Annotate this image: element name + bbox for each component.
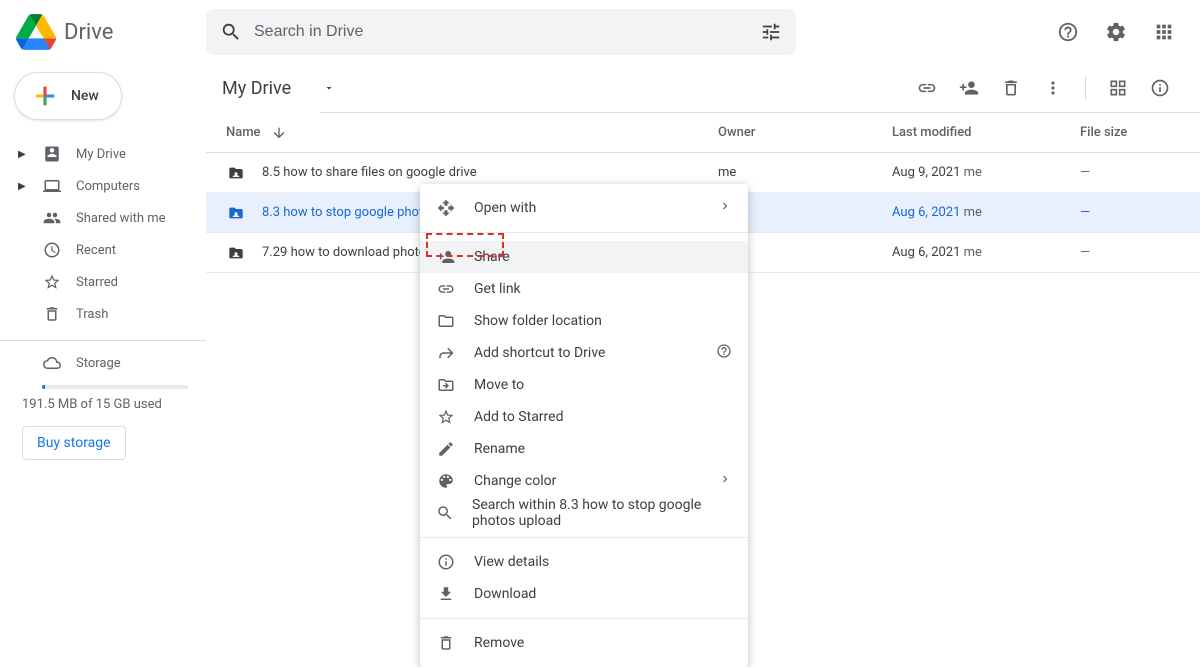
file-modified: Aug 9, 2021 me: [892, 165, 1080, 180]
table-header: Name Owner Last modified File size: [206, 113, 1200, 153]
chevron-right-icon: [718, 199, 732, 217]
menu-add-starred[interactable]: Add to Starred: [420, 401, 748, 433]
menu-view-details[interactable]: View details: [420, 546, 748, 578]
file-owner: me: [718, 165, 892, 180]
sidebar-item-label: Shared with me: [76, 211, 166, 226]
menu-download[interactable]: Download: [420, 578, 748, 610]
sidebar-item-label: Storage: [76, 356, 121, 371]
menu-move-to[interactable]: Move to: [420, 369, 748, 401]
sidebar-item-trash[interactable]: Trash: [12, 298, 206, 330]
sidebar-item-label: Trash: [76, 307, 108, 322]
header: Drive: [0, 0, 1200, 64]
folder-icon: [436, 312, 456, 330]
search-icon: [220, 21, 242, 43]
link-button[interactable]: [907, 68, 947, 108]
sidebar-item-mydrive[interactable]: ▶My Drive: [12, 138, 206, 170]
location-dropdown[interactable]: My Drive: [216, 74, 341, 103]
divider: [0, 340, 206, 341]
menu-get-link[interactable]: Get link: [420, 273, 748, 305]
storage-bar: [42, 385, 188, 389]
info-button[interactable]: [1140, 68, 1180, 108]
col-owner-header[interactable]: Owner: [718, 125, 892, 140]
location-bar: My Drive: [206, 64, 1200, 112]
separator: [1085, 76, 1086, 100]
menu-share[interactable]: Share: [420, 241, 748, 273]
sidebar-item-recent[interactable]: Recent: [12, 234, 206, 266]
apps-button[interactable]: [1144, 12, 1184, 52]
menu-search-within[interactable]: Search within 8.3 how to stop google pho…: [420, 497, 748, 529]
open-with-icon: [436, 199, 456, 217]
person-add-icon: [436, 248, 456, 266]
tune-icon[interactable]: [760, 21, 782, 43]
sidebar: New ▶My Drive ▶Computers Shared with me …: [0, 64, 206, 580]
settings-button[interactable]: [1096, 12, 1136, 52]
logo-area[interactable]: Drive: [16, 12, 206, 52]
col-modified-header[interactable]: Last modified: [892, 125, 1080, 140]
new-button[interactable]: New: [14, 72, 122, 120]
col-name-header[interactable]: Name: [226, 125, 718, 141]
edit-icon: [436, 440, 456, 458]
sidebar-item-shared[interactable]: Shared with me: [12, 202, 206, 234]
chevron-right-icon: [718, 472, 732, 490]
storage-text: 191.5 MB of 15 GB used: [22, 397, 206, 412]
clock-icon: [42, 241, 62, 259]
file-modified: Aug 6, 2021 me: [892, 205, 1080, 220]
delete-button[interactable]: [991, 68, 1031, 108]
plus-icon: [31, 82, 59, 110]
menu-folder-location[interactable]: Show folder location: [420, 305, 748, 337]
file-modified: Aug 6, 2021 me: [892, 245, 1080, 260]
file-name: 8.5 how to share files on google drive: [262, 165, 477, 180]
sidebar-item-label: Starred: [76, 275, 118, 290]
grid-view-button[interactable]: [1098, 68, 1138, 108]
help-icon: [716, 343, 732, 363]
star-icon: [42, 273, 62, 291]
help-button[interactable]: [1048, 12, 1088, 52]
col-size-header[interactable]: File size: [1080, 125, 1180, 140]
palette-icon: [436, 472, 456, 490]
file-size: —: [1080, 245, 1180, 260]
sidebar-item-label: Computers: [76, 179, 140, 194]
buy-storage-button[interactable]: Buy storage: [22, 426, 126, 460]
logo-text: Drive: [64, 20, 113, 45]
menu-open-with[interactable]: Open with: [420, 192, 748, 224]
drive-logo-icon: [16, 12, 56, 52]
menu-add-shortcut[interactable]: Add shortcut to Drive: [420, 337, 748, 369]
arrow-down-icon: [271, 125, 287, 141]
file-size: —: [1080, 205, 1180, 220]
search-bar[interactable]: [206, 9, 796, 55]
search-icon: [436, 504, 454, 522]
toolbar: [907, 68, 1180, 108]
drive-icon: [42, 145, 62, 163]
cloud-icon: [42, 354, 62, 372]
menu-rename[interactable]: Rename: [420, 433, 748, 465]
link-icon: [436, 280, 456, 298]
context-menu: Open with Share Get link Show folder loc…: [420, 184, 748, 667]
download-icon: [436, 585, 456, 603]
menu-remove[interactable]: Remove: [420, 627, 748, 659]
move-icon: [436, 376, 456, 394]
share-button[interactable]: [949, 68, 989, 108]
menu-change-color[interactable]: Change color: [420, 465, 748, 497]
header-actions: [1048, 12, 1184, 52]
sidebar-item-starred[interactable]: Starred: [12, 266, 206, 298]
location-title: My Drive: [222, 78, 291, 99]
people-icon: [42, 209, 62, 227]
computer-icon: [42, 177, 62, 195]
trash-icon: [436, 634, 456, 652]
shortcut-icon: [436, 344, 456, 362]
sidebar-item-label: My Drive: [76, 147, 126, 162]
star-icon: [436, 408, 456, 426]
trash-icon: [42, 305, 62, 323]
new-button-label: New: [71, 88, 99, 104]
caret-down-icon: [323, 82, 335, 94]
sidebar-item-storage[interactable]: Storage: [12, 347, 206, 379]
info-icon: [436, 553, 456, 571]
search-input[interactable]: [254, 23, 748, 41]
file-size: —: [1080, 165, 1180, 180]
more-button[interactable]: [1033, 68, 1073, 108]
sidebar-item-label: Recent: [76, 243, 116, 258]
sidebar-item-computers[interactable]: ▶Computers: [12, 170, 206, 202]
